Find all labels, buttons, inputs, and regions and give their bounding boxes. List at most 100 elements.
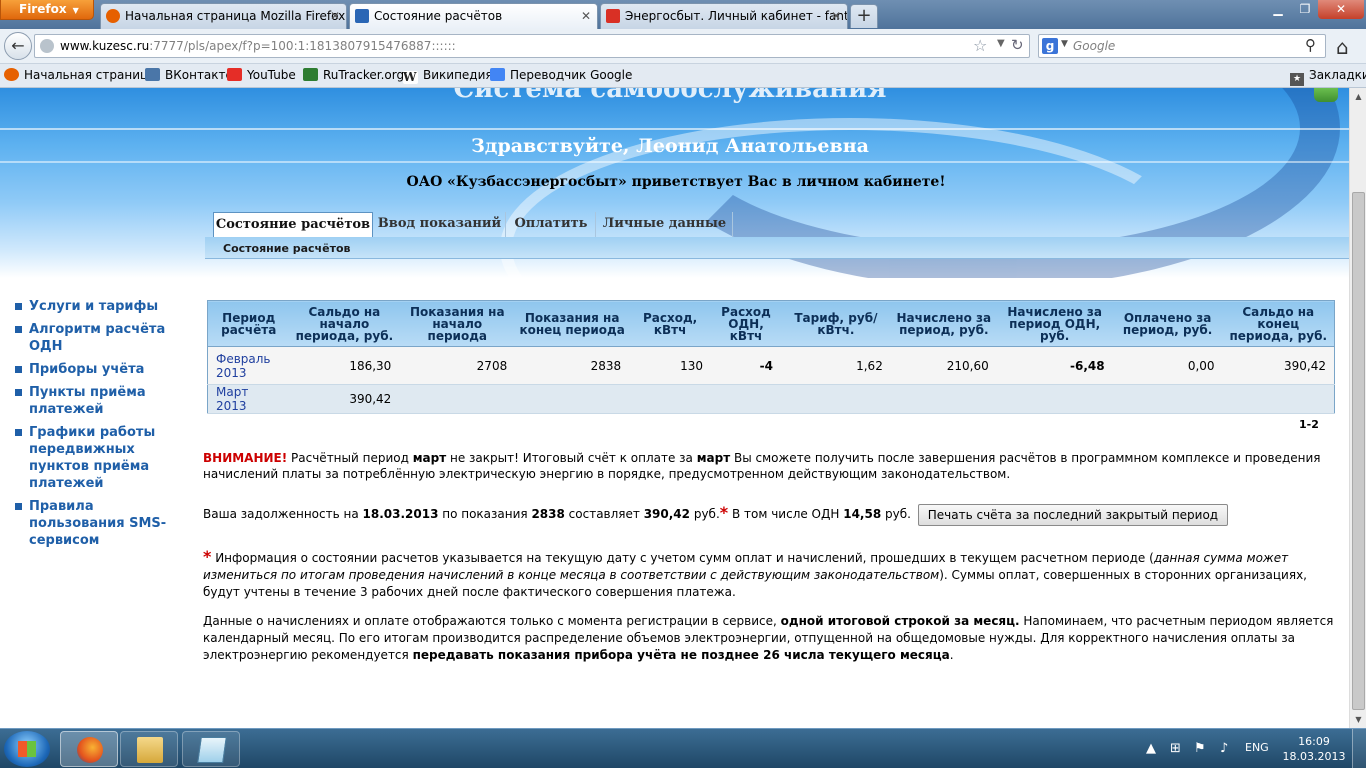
close-icon[interactable]: ✕: [831, 4, 841, 28]
google-icon[interactable]: g: [1042, 38, 1058, 54]
home-icon[interactable]: ⌂: [1336, 35, 1349, 59]
column-header: Сальдо на конец периода, руб.: [1222, 300, 1335, 347]
chevron-down-icon: ▼: [72, 6, 79, 15]
column-header: Начислено за период ОДН, руб.: [996, 300, 1113, 347]
tab-pay[interactable]: Оплатить: [507, 212, 596, 237]
period-link[interactable]: Февраль 2013: [207, 346, 290, 385]
square-bullet-icon: [15, 429, 22, 436]
chevron-down-icon[interactable]: ▼: [997, 38, 1005, 49]
debt-summary: Ваша задолженность на 18.03.2013 по пока…: [203, 503, 1343, 526]
info-footnote: * Информация о состоянии расчетов указыв…: [203, 547, 1307, 599]
sidebar: Услуги и тарифы Алгоритм расчёта ОДН При…: [15, 298, 190, 555]
square-bullet-icon: [15, 503, 22, 510]
breadcrumb-label: Состояние расчётов: [223, 242, 351, 255]
apex-icon: [355, 9, 369, 23]
tab-firefox-home[interactable]: Начальная страница Mozilla Firefox ✕: [100, 3, 347, 29]
notebook-icon: [197, 737, 227, 763]
maximize-button[interactable]: ❐: [1292, 0, 1318, 19]
attention-notice: ВНИМАНИЕ! Расчётный период март не закры…: [203, 451, 1321, 481]
scroll-up-arrow-icon[interactable]: ▲: [1350, 88, 1366, 105]
column-header: Период расчёта: [207, 300, 290, 347]
square-bullet-icon: [15, 389, 22, 396]
tab-label: Начальная страница Mozilla Firefox: [125, 9, 346, 23]
column-header: Сальдо на начало периода, руб.: [289, 300, 400, 347]
new-tab-button[interactable]: +: [850, 4, 878, 28]
attention-label: ВНИМАНИЕ!: [203, 451, 288, 465]
pagination-range: 1-2: [1299, 418, 1319, 431]
wikipedia-icon: W: [403, 70, 418, 84]
column-header: Оплачено за период, руб.: [1112, 300, 1223, 347]
tab-gmail[interactable]: Энергосбыт. Личный кабинет - fant... ✕: [600, 3, 848, 29]
period-link[interactable]: Март 2013: [207, 384, 290, 414]
bookmark-star-icon[interactable]: ☆: [973, 36, 987, 55]
page-scrollbar[interactable]: ▲ ▼: [1349, 88, 1366, 728]
youtube-icon: [227, 68, 242, 81]
tab-personal-data[interactable]: Личные данные: [597, 212, 733, 237]
table-cell: [996, 384, 1113, 414]
square-bullet-icon: [15, 366, 22, 373]
sidebar-item-meters[interactable]: Приборы учёта: [15, 361, 190, 378]
bookmark-firefox-home[interactable]: Начальная страница: [4, 68, 156, 82]
bookmarks-menu-button[interactable]: ★ Закладки: [1290, 68, 1366, 86]
bookmark-google-translate[interactable]: Переводчик Google: [490, 68, 632, 82]
start-button[interactable]: [4, 731, 50, 767]
network-icon[interactable]: ⊞: [1170, 741, 1181, 756]
back-button[interactable]: ←: [4, 32, 32, 60]
sidebar-item-sms-rules[interactable]: Правила пользования SMS-сервисом: [15, 498, 190, 549]
flag-icon[interactable]: [1314, 88, 1338, 102]
close-icon[interactable]: ✕: [581, 4, 591, 28]
gmail-icon: [606, 9, 620, 23]
firefox-icon: [77, 737, 103, 763]
taskbar-firefox[interactable]: [60, 731, 118, 767]
debt-odn-amount: 14,58: [843, 507, 882, 521]
table-cell: 390,42: [1222, 346, 1335, 385]
table-cell: 1,62: [781, 346, 891, 385]
chevron-down-icon[interactable]: ▼: [1061, 39, 1068, 49]
print-invoice-button[interactable]: Печать счёта за последний закрытый перио…: [917, 503, 1229, 526]
taskbar-notepad[interactable]: [182, 731, 240, 767]
scroll-down-arrow-icon[interactable]: ▼: [1350, 711, 1366, 728]
minimize-button[interactable]: ▁: [1264, 0, 1292, 19]
vk-icon: [145, 68, 160, 81]
sidebar-item-mobile-schedule[interactable]: Графики работы передвижных пунктов приём…: [15, 424, 190, 492]
column-header: Показания на конец периода: [515, 300, 630, 347]
clock-time: 16:09: [1298, 735, 1330, 748]
column-header: Начислено за период, руб.: [890, 300, 997, 347]
table-cell: 2708: [399, 346, 516, 385]
close-window-button[interactable]: ✕: [1318, 0, 1364, 19]
firefox-menu-button[interactable]: Firefox ▼: [0, 0, 94, 20]
show-desktop-button[interactable]: [1352, 729, 1366, 768]
tray-expand-icon[interactable]: ▲: [1146, 741, 1156, 756]
bookmark-vkontakte[interactable]: ВКонтакте: [145, 68, 233, 82]
navigation-toolbar: ← www.kuzesc.ru:7777/pls/apex/f?p=100:1:…: [0, 29, 1366, 64]
table-cell: [515, 384, 630, 414]
bookmark-rutracker[interactable]: RuTracker.org: [303, 68, 404, 82]
reload-icon[interactable]: ↻: [1011, 36, 1024, 54]
language-indicator[interactable]: ENG: [1245, 741, 1269, 754]
sidebar-item-odn-algorithm[interactable]: Алгоритм расчёта ОДН: [15, 321, 190, 355]
tab-enter-readings[interactable]: Ввод показаний: [374, 212, 506, 237]
sidebar-item-payment-points[interactable]: Пункты приёма платежей: [15, 384, 190, 418]
scroll-thumb[interactable]: [1352, 192, 1365, 710]
table-cell: [890, 384, 997, 414]
user-greeting: Здравствуйте, Леонид Анатольевна: [471, 135, 869, 157]
sidebar-item-tariffs[interactable]: Услуги и тарифы: [15, 298, 190, 315]
volume-icon[interactable]: ♪: [1220, 741, 1228, 756]
flag-notification-icon[interactable]: ⚑: [1194, 741, 1206, 756]
bookmarks-star-icon: ★: [1290, 73, 1304, 86]
windows-taskbar: ▲ ⊞ ⚑ ♪ ENG 16:09 18.03.2013: [0, 728, 1366, 768]
search-bar[interactable]: g ▼ Google ⚲: [1038, 34, 1326, 58]
tab-payment-status[interactable]: Состояние расчётов ✕: [349, 3, 598, 29]
search-icon[interactable]: ⚲: [1305, 36, 1316, 54]
system-clock[interactable]: 16:09 18.03.2013: [1282, 734, 1346, 764]
tab-payment-status[interactable]: Состояние расчётов: [213, 212, 373, 237]
firefox-icon: [106, 9, 120, 23]
url-bar[interactable]: www.kuzesc.ru:7777/pls/apex/f?p=100:1:18…: [34, 34, 1030, 58]
table-cell: [629, 384, 712, 414]
taskbar-explorer[interactable]: [120, 731, 178, 767]
table-cell: [781, 384, 891, 414]
bookmark-wikipedia[interactable]: W Википедия: [403, 68, 493, 84]
tab-label: Состояние расчётов: [374, 9, 503, 23]
close-icon[interactable]: ✕: [330, 4, 340, 28]
bookmark-youtube[interactable]: YouTube: [227, 68, 296, 82]
